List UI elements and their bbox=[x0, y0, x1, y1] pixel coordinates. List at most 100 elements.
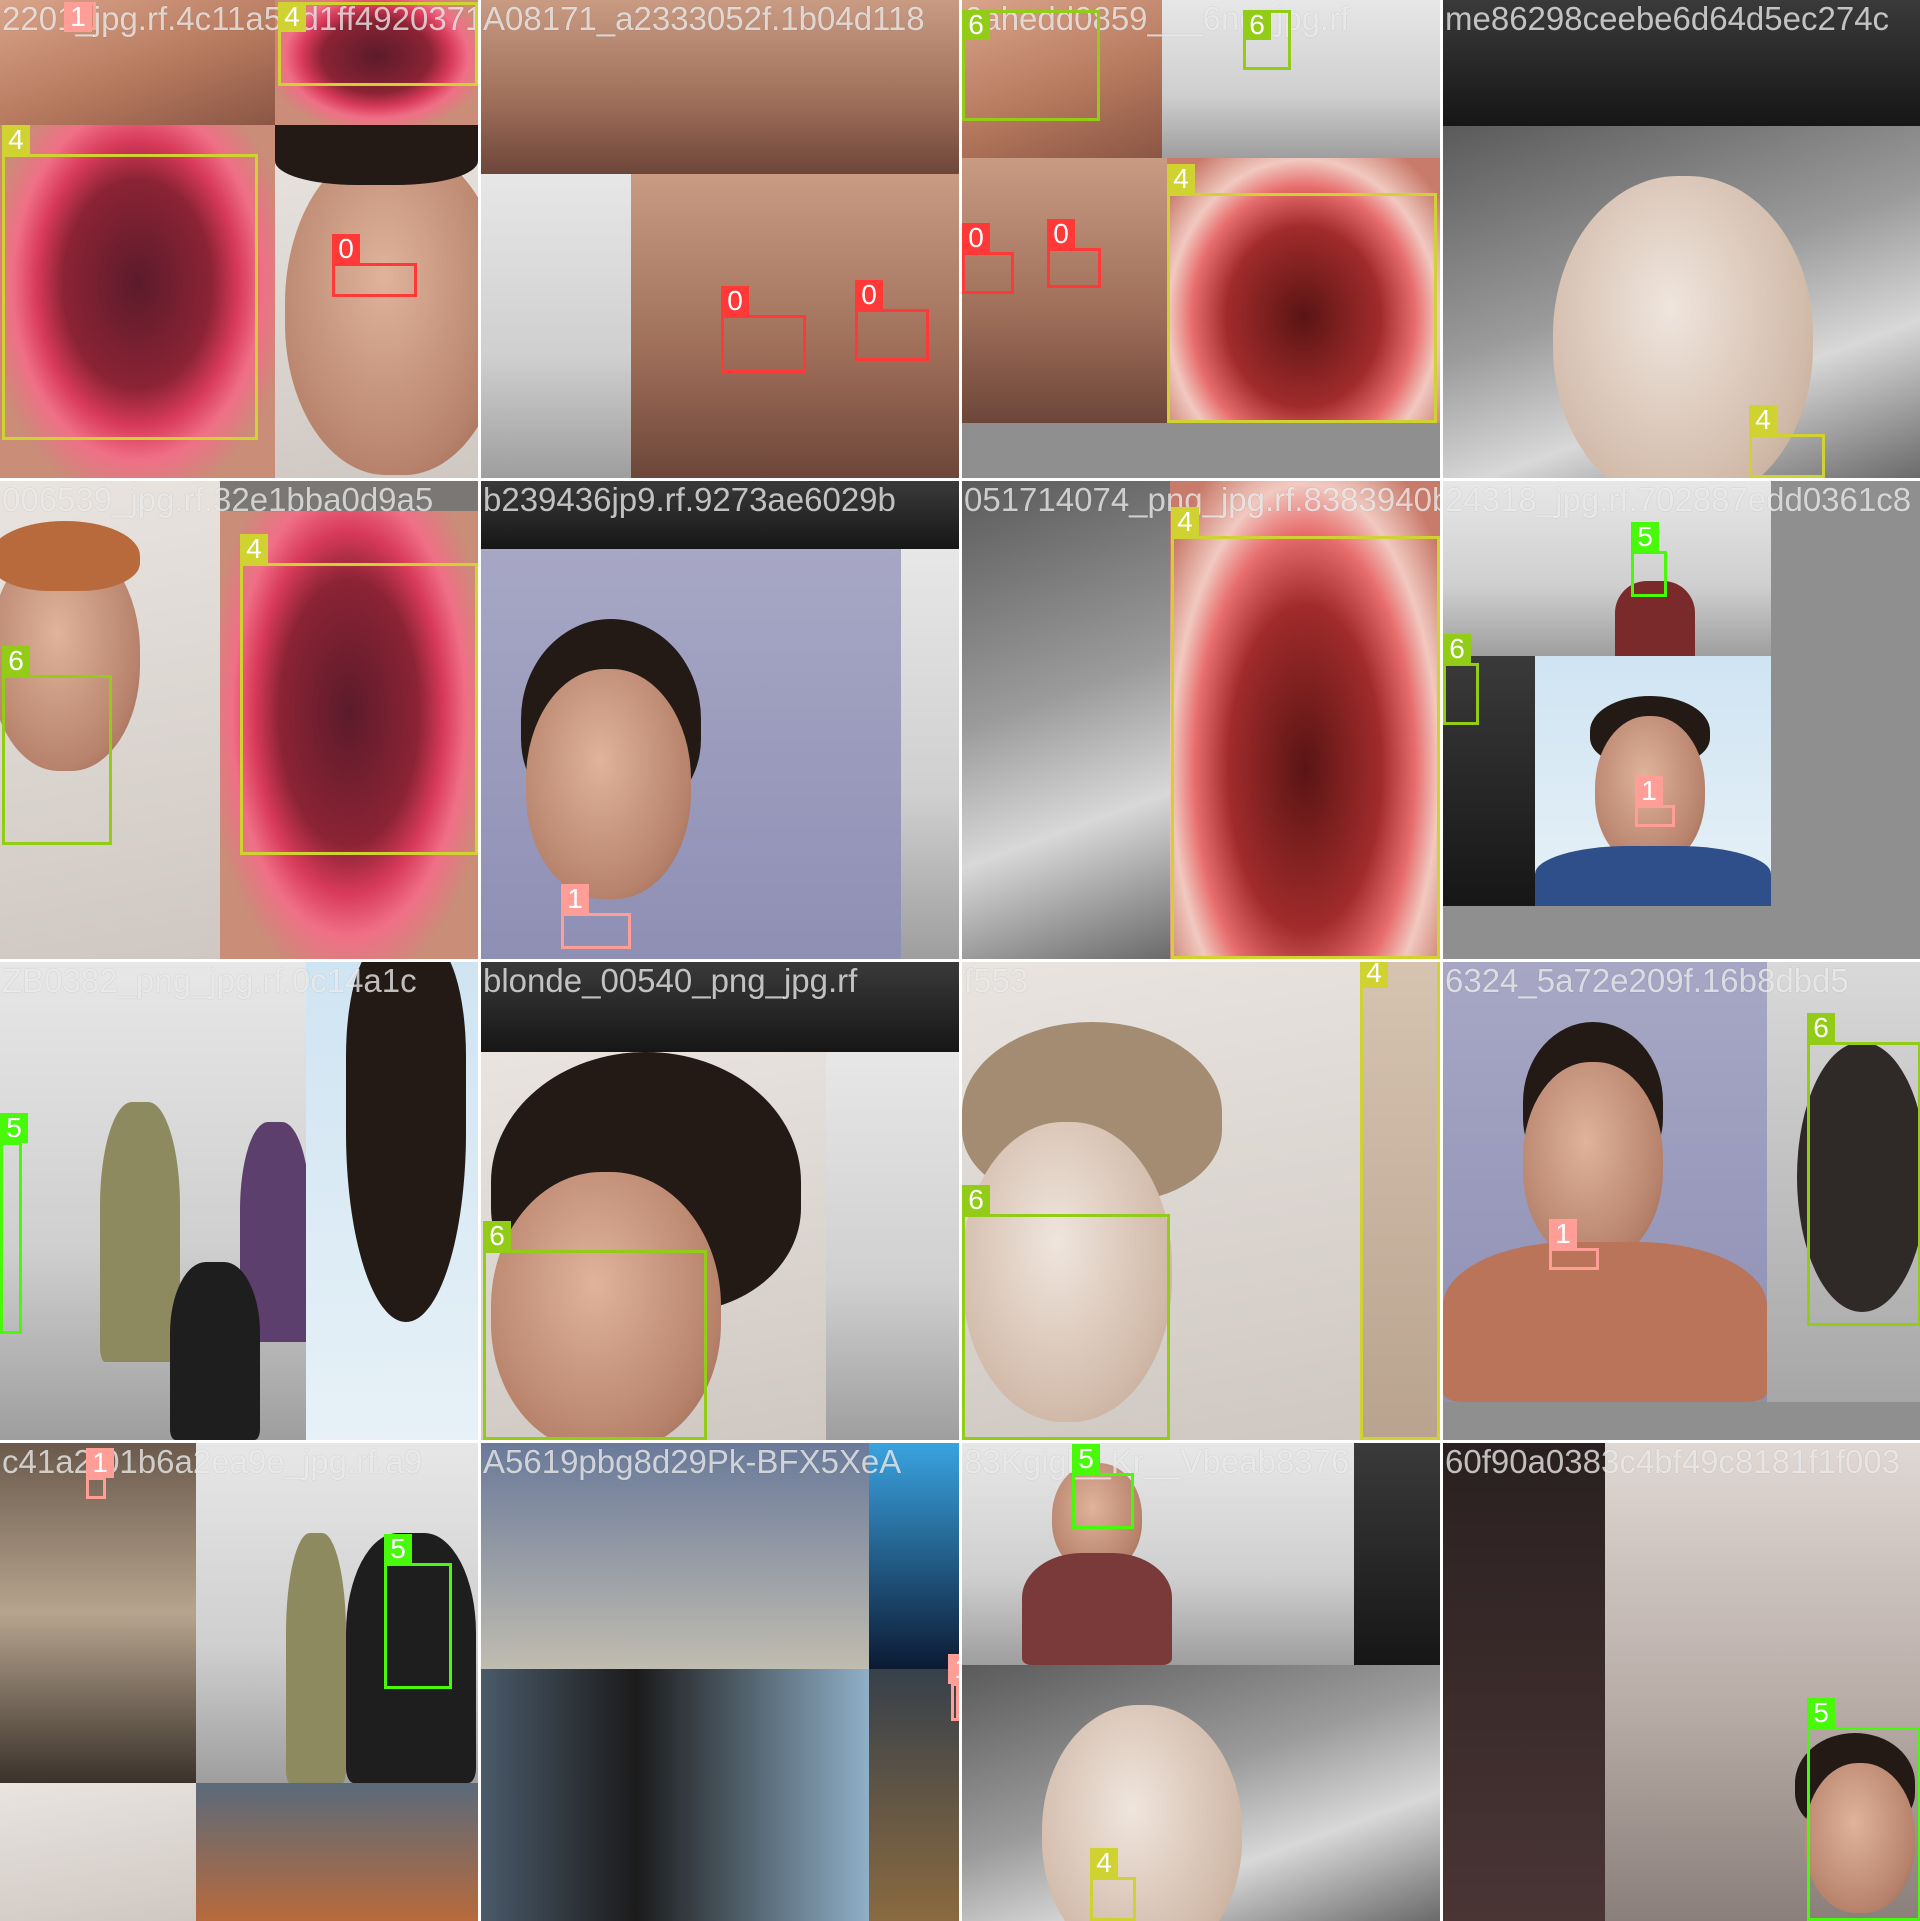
bbox-label: 5 bbox=[1631, 522, 1659, 552]
mosaic-tile-16: 60f90a0383c4bf49c8181f1f003 5 bbox=[1443, 1443, 1920, 1921]
bbox-label: 1 bbox=[1549, 1219, 1577, 1249]
mosaic-tile-3: 6ahedd0859___6ng_jpg.rf 6 6 0 0 4 bbox=[962, 0, 1440, 478]
body-shape bbox=[286, 1533, 346, 1783]
mosaic-tile-8: 24318_jpg.rf.702887edd0361c8 5 6 1 bbox=[1443, 481, 1920, 959]
bbox-label: 6 bbox=[1807, 1013, 1835, 1043]
body-shape bbox=[100, 1102, 180, 1362]
image-pane bbox=[1771, 481, 1920, 959]
bbox-class-5: 5 bbox=[384, 1534, 452, 1689]
image-pane bbox=[196, 1783, 478, 1921]
face-shape bbox=[1042, 1705, 1242, 1921]
bbox-label: 4 bbox=[1360, 962, 1388, 988]
image-pane bbox=[962, 1665, 1440, 1921]
hair-shape bbox=[346, 962, 466, 1322]
hair-shape bbox=[275, 125, 478, 185]
bbox-class-1: 1 bbox=[1549, 1219, 1599, 1270]
bbox-class-6: 6 bbox=[1443, 634, 1479, 725]
bbox-label: 0 bbox=[332, 234, 360, 264]
mosaic-tile-11: f553 6 4 bbox=[962, 962, 1440, 1440]
bbox-class-4: 4 bbox=[240, 534, 478, 855]
bbox-class-1: 1 bbox=[86, 1448, 114, 1499]
bbox-label: 5 bbox=[0, 1113, 28, 1143]
mosaic-tile-13: c41a2f01b6a2ea9e_jpg.rf.a9 1 5 bbox=[0, 1443, 478, 1921]
bbox-class-6: 6 bbox=[2, 646, 112, 845]
bbox-class-5: 5 bbox=[1072, 1444, 1134, 1529]
image-pane bbox=[1443, 126, 1920, 478]
image-pane bbox=[1443, 962, 1767, 1402]
bbox-class-0: 0 bbox=[332, 234, 417, 297]
face-shape bbox=[285, 145, 478, 475]
bbox-class-0: 0 bbox=[1047, 219, 1101, 288]
bbox-class-5: 5 bbox=[1631, 522, 1667, 597]
image-pane bbox=[1162, 0, 1440, 158]
bbox-label: 1 bbox=[86, 1448, 114, 1478]
image-pane bbox=[481, 0, 959, 174]
mosaic-tile-1: 2201_jpg.rf.4c11a52d1ff49203713_i8339952… bbox=[0, 0, 478, 478]
bbox-label: 1 bbox=[64, 2, 92, 32]
bbox-label: 4 bbox=[1749, 405, 1777, 435]
bbox-class-6: 6 bbox=[962, 1185, 1170, 1440]
image-pane bbox=[481, 549, 901, 959]
face-shape bbox=[1523, 1062, 1663, 1262]
image-pane bbox=[306, 962, 478, 1440]
bbox-class-6: 6 bbox=[1243, 10, 1291, 70]
mosaic-tile-9: ZB0382_png_jpg.rf.0c14a1c 5 bbox=[0, 962, 478, 1440]
bbox-label: 5 bbox=[1072, 1444, 1100, 1474]
bbox-label: 0 bbox=[855, 280, 883, 310]
hair-shape bbox=[0, 521, 140, 591]
bbox-label: 4 bbox=[1167, 164, 1195, 194]
bbox-label: 1 bbox=[1635, 776, 1663, 806]
body-shape bbox=[1022, 1553, 1172, 1665]
bbox-class-0: 0 bbox=[962, 223, 1014, 294]
mosaic-tile-7: 051714074_png_jpg.rf.8383940b71 4 bbox=[962, 481, 1440, 959]
image-pane bbox=[1443, 481, 1535, 656]
bbox-class-0: 0 bbox=[721, 286, 806, 373]
body-shape bbox=[170, 1262, 260, 1440]
image-pane bbox=[1443, 1443, 1605, 1921]
bbox-class-4: 4 bbox=[1360, 962, 1440, 1440]
body-shape bbox=[1535, 846, 1771, 906]
bbox-class-1: 1 bbox=[561, 884, 631, 949]
image-pane bbox=[826, 1052, 959, 1440]
bbox-label: 6 bbox=[962, 1185, 990, 1215]
image-pane bbox=[962, 481, 1170, 959]
bbox-label: 1 bbox=[561, 884, 589, 914]
image-pane bbox=[901, 549, 959, 959]
image-pane bbox=[0, 0, 275, 125]
face-shape bbox=[526, 669, 691, 899]
bbox-class-6: 6 bbox=[962, 10, 1100, 121]
bbox-label: 1 bbox=[948, 1654, 959, 1684]
bbox-label: 5 bbox=[1807, 1698, 1835, 1728]
bbox-class-5: 5 bbox=[0, 1113, 28, 1334]
bbox-label: 0 bbox=[962, 223, 990, 253]
bbox-class-4: 4 bbox=[1171, 507, 1440, 959]
mosaic-tile-10: blonde_00540_png_jpg.rf 6 bbox=[481, 962, 959, 1440]
bbox-label: 6 bbox=[1243, 10, 1271, 40]
grid-divider bbox=[0, 1440, 1920, 1443]
bbox-label: 5 bbox=[384, 1534, 412, 1564]
bbox-label: 4 bbox=[240, 534, 268, 564]
bbox-class-4: 4 bbox=[1167, 164, 1437, 423]
bbox-label: 6 bbox=[1443, 634, 1471, 664]
image-pane bbox=[0, 1783, 196, 1921]
mosaic-tile-15: 83Kgigl__Kr__Vbeab8376 5 4 bbox=[962, 1443, 1440, 1921]
bbox-class-5: 5 bbox=[1807, 1698, 1920, 1921]
mosaic-tile-2: A08171_a2333052f.1b04d118 0 0 bbox=[481, 0, 959, 478]
bbox-class-6: 6 bbox=[483, 1221, 707, 1440]
image-pane bbox=[0, 962, 306, 1440]
bbox-label: 0 bbox=[1047, 219, 1075, 249]
bbox-class-4: 4 bbox=[1749, 405, 1825, 478]
bbox-class-6: 6 bbox=[1807, 1013, 1920, 1326]
bbox-class-1: 1 bbox=[1635, 776, 1675, 827]
image-pane bbox=[1443, 0, 1920, 126]
bbox-class-1: 1 bbox=[64, 2, 96, 32]
image-pane bbox=[275, 125, 478, 478]
grid-divider bbox=[0, 959, 1920, 962]
mosaic-tile-6: b239436jp9.rf.9273ae6029b 1 bbox=[481, 481, 959, 959]
image-pane bbox=[869, 1443, 959, 1669]
image-pane bbox=[481, 1669, 869, 1921]
image-pane bbox=[962, 1443, 1354, 1665]
mosaic-tile-14: A5619pbg8d29Pk-BFX5XeA 1 bbox=[481, 1443, 959, 1921]
bbox-label: 4 bbox=[1171, 507, 1199, 537]
bbox-label: 4 bbox=[1090, 1848, 1118, 1878]
